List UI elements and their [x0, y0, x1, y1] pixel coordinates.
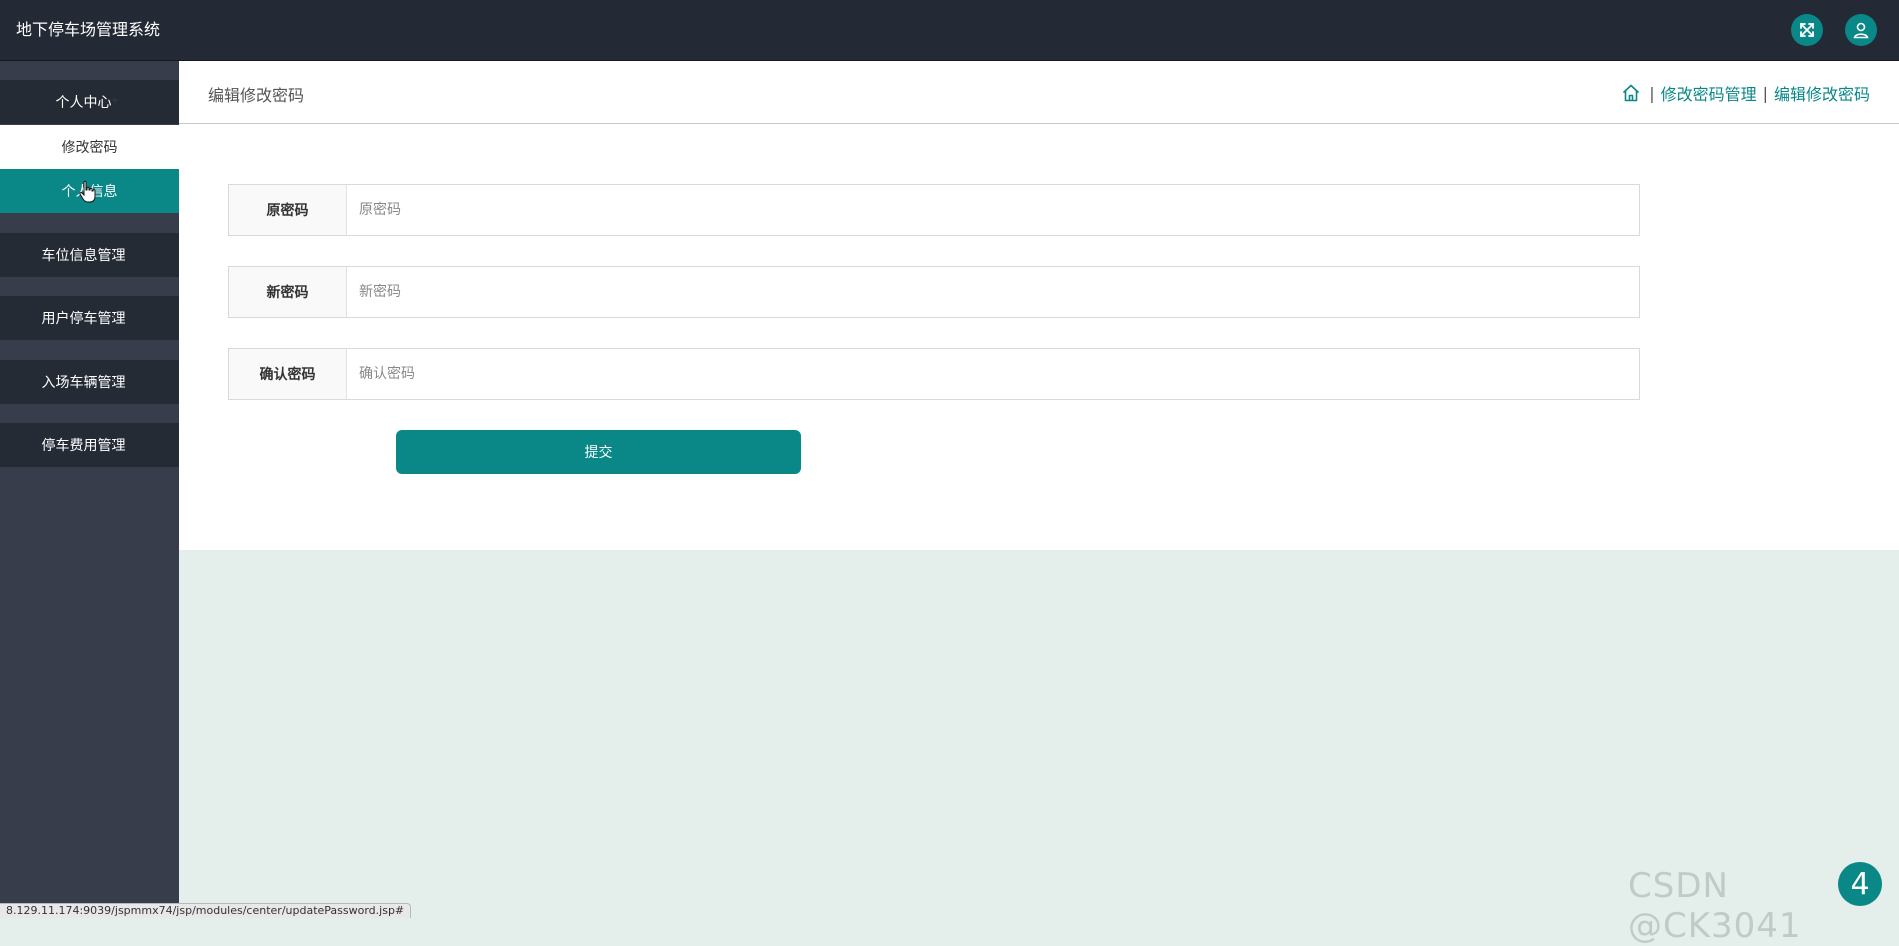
floating-badge[interactable]: 4	[1838, 862, 1882, 906]
main-content: 编辑修改密码 | 修改密码管理 | 编辑修改密码 原密码 新密码 确认密码 提交	[179, 61, 1899, 550]
user-button[interactable]	[1845, 14, 1877, 46]
form-row-confirm-password: 确认密码	[228, 348, 1640, 400]
fullscreen-icon	[1800, 23, 1814, 37]
new-password-input[interactable]	[347, 267, 1639, 317]
fullscreen-button[interactable]	[1791, 14, 1823, 46]
status-bar-url: 8.129.11.174:9039/jspmmx74/jsp/modules/c…	[0, 903, 412, 918]
breadcrumb-item-edit-password: 编辑修改密码	[1773, 85, 1870, 104]
sidebar-item-change-password[interactable]: 修改密码	[0, 125, 179, 169]
caret-down-icon	[112, 252, 118, 256]
form-row-old-password: 原密码	[228, 184, 1640, 236]
sidebar-group-vehicle-entry[interactable]: 入场车辆管理	[0, 360, 179, 404]
breadcrumb-item-password-management[interactable]: 修改密码管理	[1661, 81, 1757, 105]
caret-down-icon	[112, 315, 118, 319]
app-title: 地下停车场管理系统	[16, 20, 161, 39]
form-row-new-password: 新密码	[228, 266, 1640, 318]
breadcrumb-separator: |	[1649, 83, 1655, 103]
old-password-label: 原密码	[229, 185, 347, 235]
sidebar-group-parking-fee[interactable]: 停车费用管理	[0, 423, 179, 467]
breadcrumb-separator: |	[1762, 83, 1768, 103]
caret-down-icon	[112, 99, 118, 103]
new-password-label: 新密码	[229, 267, 347, 317]
old-password-input[interactable]	[347, 185, 1639, 235]
sidebar-item-label: 修改密码	[61, 140, 118, 156]
submit-button[interactable]: 提交	[396, 430, 801, 474]
confirm-password-label: 确认密码	[229, 349, 347, 399]
caret-down-icon	[112, 442, 118, 446]
sidebar-group-parking-space[interactable]: 车位信息管理	[0, 233, 179, 277]
hand-cursor-icon	[79, 180, 96, 203]
confirm-password-input[interactable]	[347, 349, 1639, 399]
home-icon[interactable]	[1621, 83, 1641, 103]
sidebar-group-label: 个人中心	[55, 95, 112, 111]
caret-down-icon	[112, 379, 118, 383]
user-icon	[1853, 22, 1869, 39]
top-bar: 地下停车场管理系统	[0, 0, 1899, 61]
breadcrumb: | 修改密码管理 | 编辑修改密码	[1621, 81, 1870, 105]
page-title: 编辑修改密码	[208, 86, 305, 105]
sidebar-group-personal-center[interactable]: 个人中心	[0, 80, 179, 124]
content-header: 编辑修改密码 | 修改密码管理 | 编辑修改密码	[179, 61, 1899, 124]
sidebar-group-user-parking[interactable]: 用户停车管理	[0, 296, 179, 340]
